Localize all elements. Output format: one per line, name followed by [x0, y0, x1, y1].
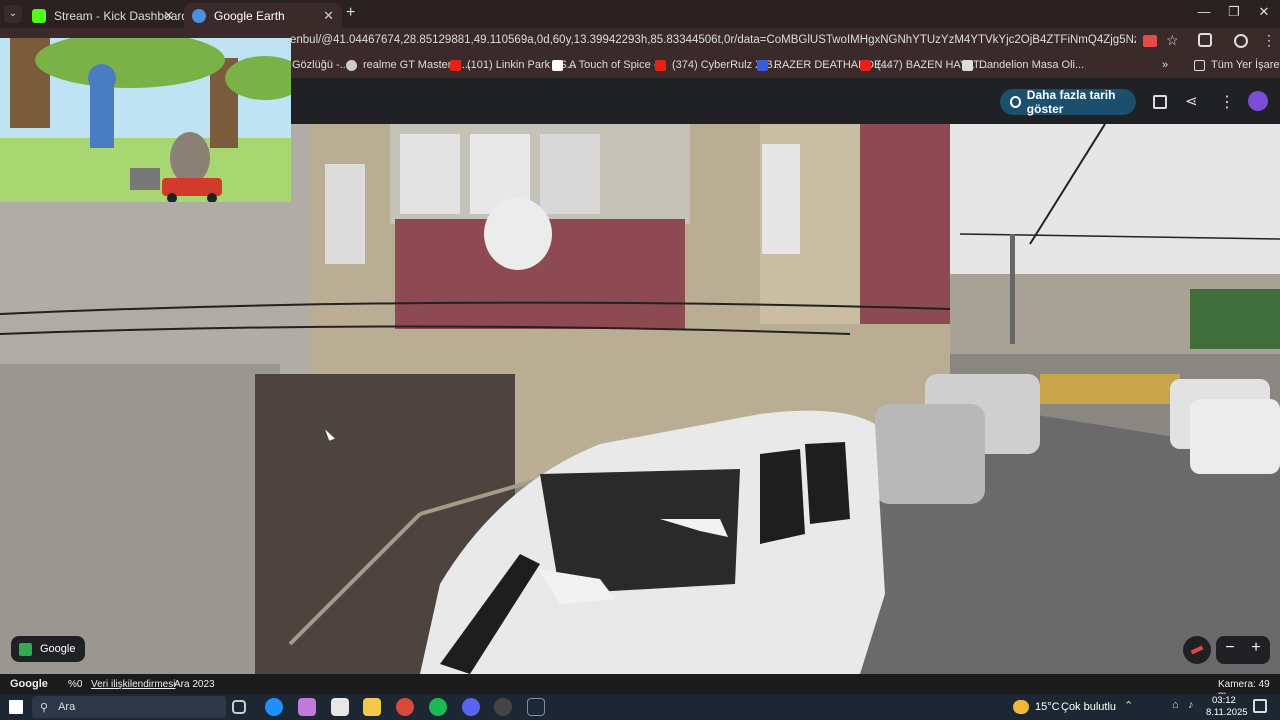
profile-icon[interactable]: [1234, 34, 1248, 48]
weather-temp[interactable]: 15°C: [1035, 701, 1060, 713]
extensions-icon[interactable]: [1198, 33, 1212, 47]
taskbar-search[interactable]: ⚲ Ara: [32, 696, 226, 718]
bookmark-item[interactable]: Dandelion Masa Oli...: [962, 59, 1084, 71]
globe-icon: [346, 59, 357, 71]
tab-title: Google Earth: [214, 8, 285, 23]
task-view-icon[interactable]: [232, 700, 246, 714]
v-logo-icon: [757, 59, 768, 71]
street-view-image: [0, 124, 1280, 674]
google-chip-label: Google: [40, 643, 76, 655]
kick-icon: [32, 8, 46, 23]
history-icon: [1010, 96, 1021, 108]
tab-google-earth[interactable]: Google Earth ✕: [184, 3, 342, 28]
page-icon: [552, 59, 563, 71]
bookmark-star-icon[interactable]: ☆: [1166, 32, 1179, 49]
share-icon[interactable]: ⋖: [1185, 92, 1198, 110]
notifications-icon[interactable]: [1253, 699, 1267, 713]
youtube-icon: [450, 59, 461, 71]
steam-icon[interactable]: [527, 698, 545, 716]
google-logo: Google: [10, 678, 48, 690]
zoom-in-button[interactable]: +: [1246, 639, 1266, 661]
cartoon-video-frame: [0, 38, 291, 202]
url-text[interactable]: enbul/@41.04467674,28.85129881,49.110569…: [290, 34, 1136, 46]
close-icon[interactable]: ✕: [323, 8, 334, 24]
network-icon[interactable]: ⌂: [1172, 699, 1179, 711]
bookmark-item[interactable]: A Touch of Spice -...: [552, 59, 667, 71]
edge-icon[interactable]: [265, 698, 283, 716]
zoom-level: %0: [68, 679, 83, 690]
close-icon[interactable]: ✕: [163, 8, 174, 24]
zoom-out-button[interactable]: −: [1220, 639, 1240, 661]
restore-button[interactable]: ❐: [1218, 4, 1250, 24]
close-window-button[interactable]: ✕: [1248, 4, 1280, 24]
avatar[interactable]: [1248, 91, 1268, 111]
browser-tab-strip: ⌄ Stream - Kick Dashboard ✕ Google Earth…: [0, 0, 1280, 28]
history-button-label: Daha fazla tarih göster: [1026, 88, 1116, 116]
bookmark-label: Gözlüğü -...: [292, 59, 349, 71]
clock-time[interactable]: 03:12: [1212, 695, 1236, 706]
bookmark-label: Dandelion Masa Oli...: [979, 59, 1085, 71]
copilot-icon[interactable]: [298, 698, 316, 716]
file-explorer-icon[interactable]: [363, 698, 381, 716]
google-chip[interactable]: Google: [11, 636, 86, 662]
volume-icon[interactable]: ♪: [1188, 699, 1194, 711]
weather-icon[interactable]: [1013, 700, 1029, 714]
tab-kick-dashboard[interactable]: Stream - Kick Dashboard ✕: [24, 3, 188, 28]
taskbar: ⚲ Ara 15°C Çok bulutlu ⌃ ⌂ ♪ 03:12 8.11.…: [0, 694, 1280, 720]
store-icon[interactable]: [331, 698, 349, 716]
more-bookmarks-icon[interactable]: »: [1162, 59, 1168, 71]
chevron-up-icon[interactable]: ⌃: [1124, 699, 1133, 712]
bookmark-item[interactable]: Gözlüğü -...: [292, 59, 349, 71]
chrome-icon[interactable]: [396, 698, 414, 716]
discord-icon[interactable]: [462, 698, 480, 716]
compass-icon[interactable]: [1183, 636, 1211, 664]
windows-start-icon[interactable]: [9, 700, 23, 714]
spotify-icon[interactable]: [429, 698, 447, 716]
youtube-icon: [860, 59, 871, 71]
fullscreen-icon[interactable]: [1153, 95, 1167, 109]
youtube-icon: [655, 59, 666, 71]
picture-in-picture-video[interactable]: [0, 38, 291, 202]
all-bookmarks[interactable]: Tüm Yer İşaretleri: [1194, 59, 1280, 71]
search-icon: ⚲: [40, 701, 49, 714]
imagery-date: Ara 2023: [174, 679, 215, 690]
street-view-scene[interactable]: Google − +: [0, 124, 1280, 674]
history-button[interactable]: Daha fazla tarih göster: [1000, 88, 1136, 116]
all-bookmarks-label: Tüm Yer İşaretleri: [1211, 59, 1280, 71]
page-icon: [962, 59, 973, 71]
weather-desc[interactable]: Çok bulutlu: [1061, 701, 1116, 713]
google-maps-icon: [19, 642, 32, 656]
folder-icon: [1194, 59, 1205, 71]
tab-search-button[interactable]: ⌄: [4, 5, 22, 23]
earth-status-bar: Google %0 Veri ilişkilendirmesi Ara 2023…: [0, 674, 1280, 701]
google-earth-icon: [192, 8, 206, 23]
minimize-button[interactable]: —: [1188, 4, 1220, 24]
search-label: Ara: [58, 701, 76, 713]
cast-icon[interactable]: [1143, 35, 1157, 47]
bookmark-label: A Touch of Spice -...: [569, 59, 667, 71]
obs-icon[interactable]: [494, 698, 512, 716]
more-options-icon[interactable]: ⋮: [1219, 92, 1235, 112]
data-attribution-link[interactable]: Veri ilişkilendirmesi: [91, 679, 175, 690]
menu-icon[interactable]: ⋮: [1262, 32, 1276, 49]
new-tab-button[interactable]: +: [346, 4, 355, 22]
clock-date[interactable]: 8.11.2025: [1206, 707, 1248, 718]
